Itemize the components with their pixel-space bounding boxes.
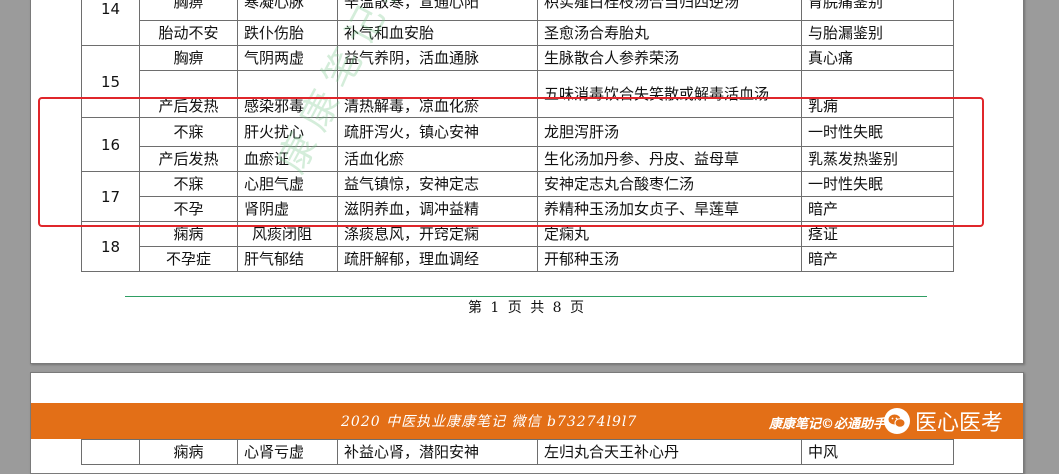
- page-number-footer: 第 1 页 共 8 页: [467, 300, 587, 316]
- table-row: 14 胸痹 寒凝心脉 辛温散寒，宣通心阳 枳实薤白桂枝汤合当归四逆汤 胃脘痛鉴别: [81, 0, 954, 46]
- syndrome-cell: 寒凝心脉: [237, 0, 338, 21]
- treatment-cell: 疏肝解郁，理血调经: [337, 246, 538, 272]
- herbal-table-page2: 痫病 心肾亏虚 补益心肾，潜阳安神 左归丸合天王补心丹 中风: [81, 439, 954, 465]
- table-row: 不孕症 肝气郁结 疏肝解郁，理血调经 开郁种玉汤 暗产: [82, 246, 954, 272]
- formula-cell: 左归丸合天王补心丹: [537, 439, 802, 465]
- document-page-2: 2020 中医执业康康笔记 微信 b73274l9l7 康康笔记©必通助手 医心…: [30, 372, 1024, 474]
- header-banner: 2020 中医执业康康笔记 微信 b73274l9l7 康康笔记©必通助手 医心…: [31, 403, 1023, 439]
- treatment-cell: 补气和血安胎: [337, 20, 538, 46]
- syndrome-cell: 跌仆伤胎: [237, 20, 338, 46]
- table-row: 胎动不安 跌仆伤胎 补气和血安胎 圣愈汤合寿胎丸 与胎漏鉴别: [82, 20, 954, 46]
- banner-tagline: 康康笔记©必通助手: [769, 417, 887, 432]
- row-number: 14: [81, 0, 140, 46]
- note-cell: 与胎漏鉴别: [801, 20, 954, 46]
- row-number: [81, 439, 140, 465]
- note-cell: 真心痛: [801, 45, 954, 71]
- formula-cell: 开郁种玉汤: [537, 246, 802, 272]
- note-cell: 胃脘痛鉴别: [801, 0, 954, 21]
- syndrome-cell: 气阴两虚: [237, 45, 338, 71]
- wechat-logo: 医心医考: [883, 403, 1003, 439]
- note-cell: 暗产: [801, 246, 954, 272]
- table-row: 15 胸痹 气阴两虚 益气养阴，活血通脉 生脉散合人参养荣汤 真心痛: [81, 45, 954, 118]
- formula-cell: 枳实薤白桂枝汤合当归四逆汤: [537, 0, 802, 21]
- banner-title: 2020 中医执业康康笔记 微信 b73274l9l7: [341, 414, 638, 430]
- highlight-box: [38, 97, 984, 227]
- row-number: 18: [81, 221, 140, 272]
- table-row: 痫病 心肾亏虚 补益心肾，潜阳安神 左归丸合天王补心丹 中风: [81, 439, 954, 465]
- wechat-icon: [884, 408, 910, 434]
- treatment-cell: 补益心肾，潜阳安神: [337, 439, 538, 465]
- disease-cell: 痫病: [139, 439, 238, 465]
- syndrome-cell: 心肾亏虚: [237, 439, 338, 465]
- treatment-cell: 辛温散寒，宣通心阳: [337, 0, 538, 21]
- disease-cell: 不孕症: [139, 246, 238, 272]
- disease-cell: 胎动不安: [139, 20, 238, 46]
- syndrome-cell: 肝气郁结: [237, 246, 338, 272]
- treatment-cell: 益气养阴，活血通脉: [337, 45, 538, 71]
- formula-cell: 圣愈汤合寿胎丸: [537, 20, 802, 46]
- disease-cell: 胸痹: [139, 45, 238, 71]
- brand-name: 医心医考: [915, 411, 1004, 436]
- formula-cell: 生脉散合人参养荣汤: [537, 45, 802, 71]
- note-cell: 中风: [801, 439, 954, 465]
- disease-cell: 胸痹: [139, 0, 238, 21]
